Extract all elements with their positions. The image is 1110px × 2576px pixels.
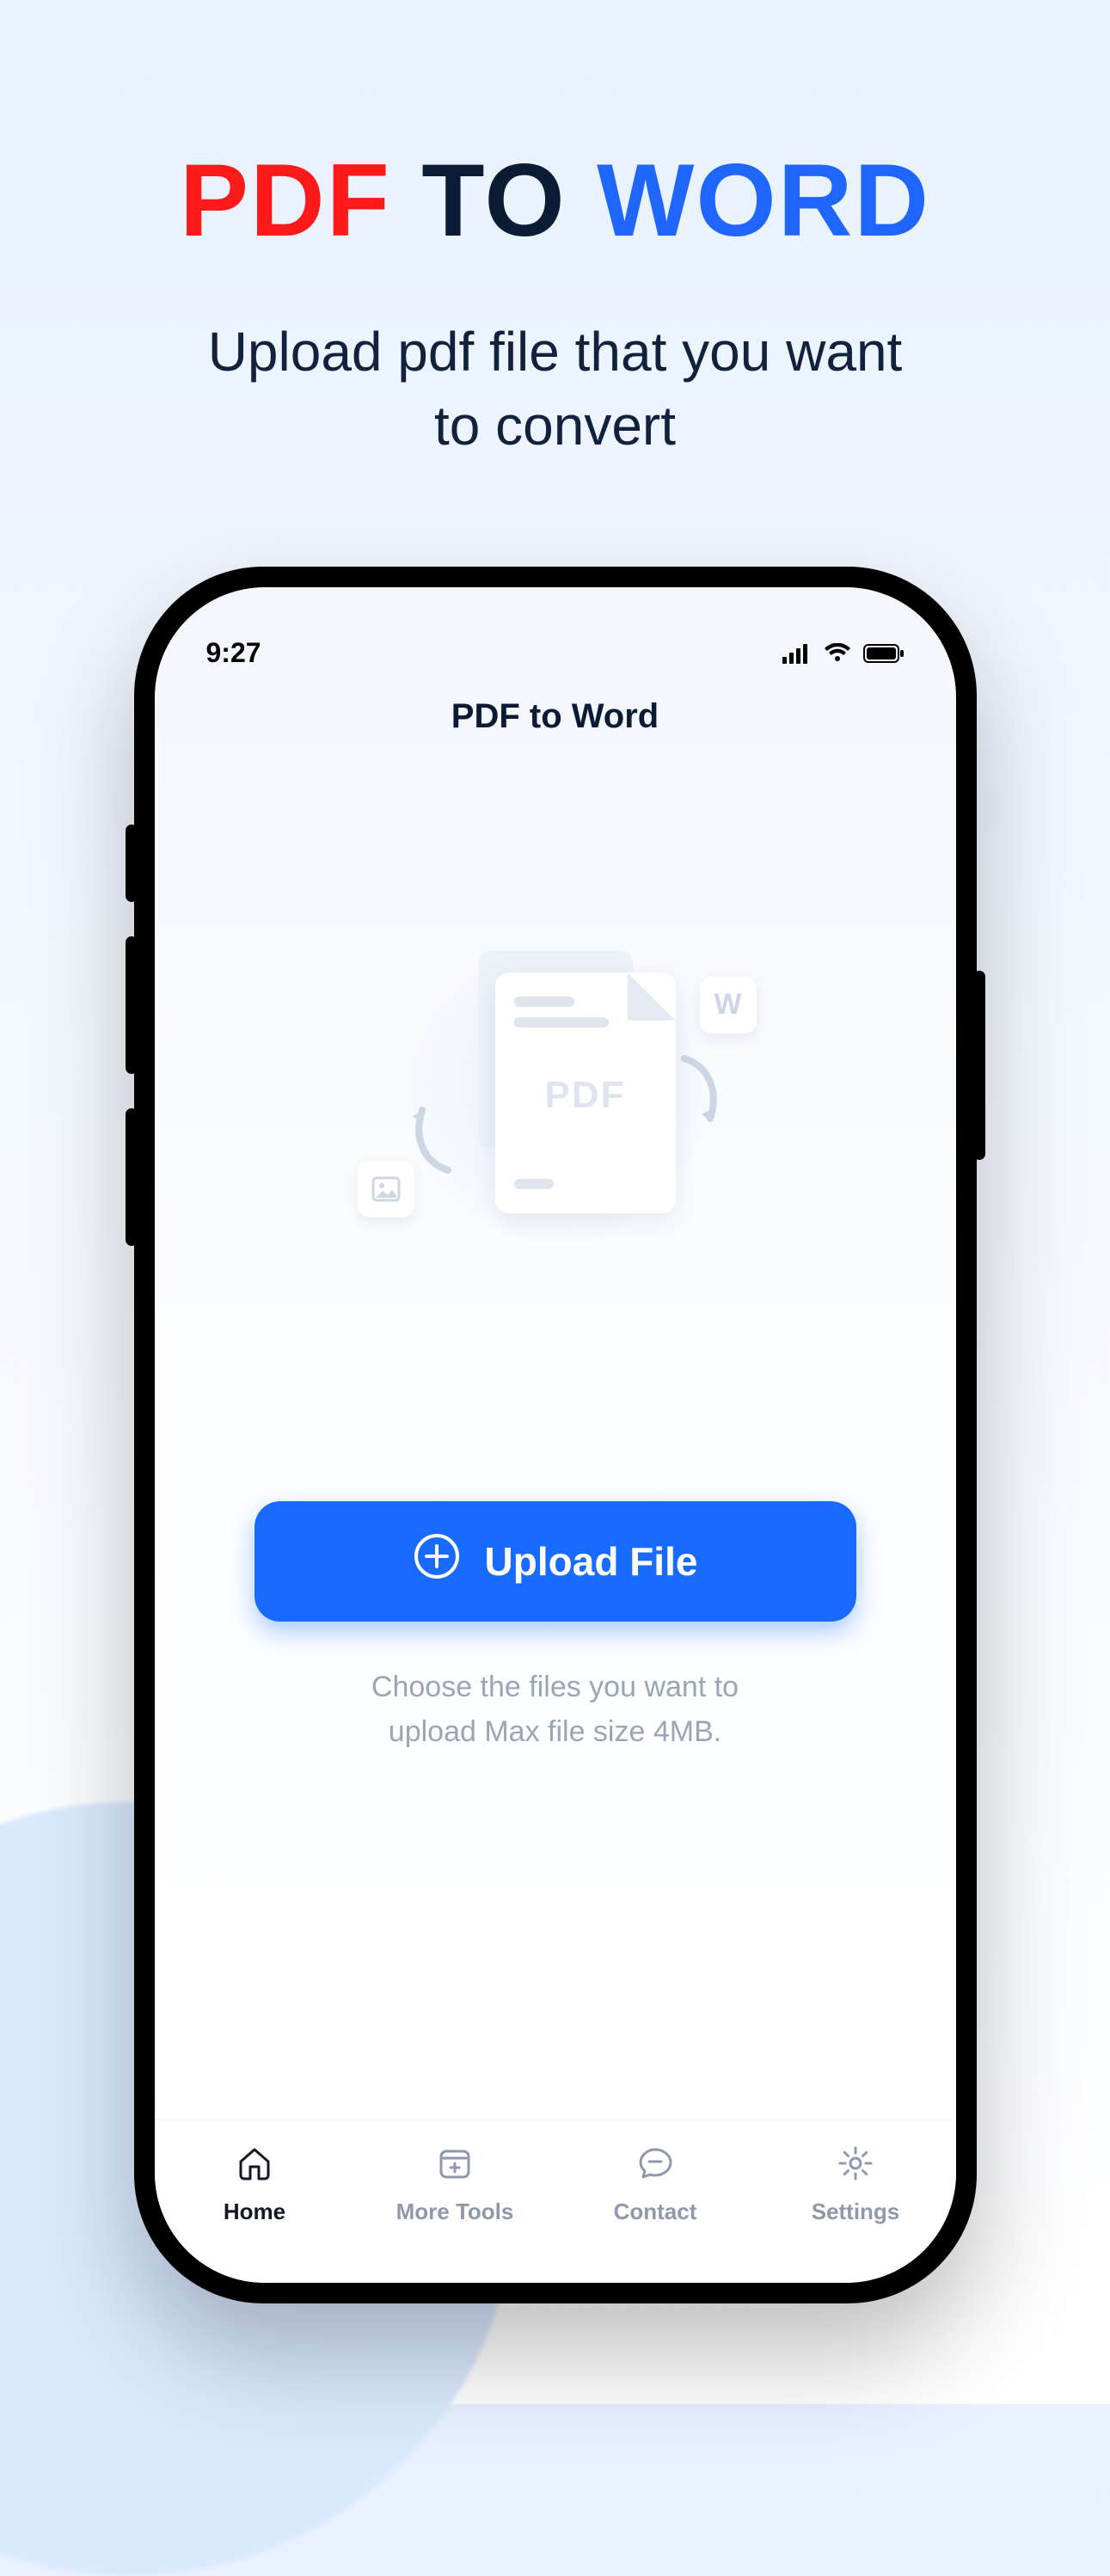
marketing-title: PDF TO WORD bbox=[0, 146, 1110, 255]
upload-file-button[interactable]: Upload File bbox=[255, 1501, 856, 1622]
gear-icon bbox=[835, 2143, 876, 2190]
status-bar: 9:27 bbox=[155, 587, 956, 682]
arrow-icon bbox=[676, 1054, 727, 1123]
hint-line-1: Choose the files you want to bbox=[371, 1671, 739, 1703]
tab-label: More Tools bbox=[396, 2199, 514, 2225]
pdf-label: PDF bbox=[495, 1074, 676, 1117]
wifi-icon bbox=[824, 643, 851, 664]
battery-icon bbox=[863, 643, 905, 664]
tab-bar: Home More Tools Contact bbox=[155, 2119, 956, 2283]
title-word-pdf: PDF bbox=[180, 143, 391, 258]
upload-illustration: PDF W bbox=[358, 917, 753, 1278]
tab-label: Contact bbox=[614, 2199, 697, 2225]
screen-title: PDF to Word bbox=[155, 697, 956, 736]
tab-settings[interactable]: Settings bbox=[756, 2120, 956, 2248]
phone-mockup: 9:27 PDF to Word bbox=[134, 567, 977, 2303]
subtitle-line-2: to convert bbox=[434, 395, 676, 457]
marketing-subtitle: Upload pdf file that you want to convert bbox=[0, 315, 1110, 463]
hint-line-2: upload Max file size 4MB. bbox=[389, 1715, 721, 1748]
home-icon bbox=[234, 2143, 275, 2190]
title-word-word: WORD bbox=[597, 143, 930, 258]
chat-icon bbox=[635, 2143, 676, 2190]
signal-icon bbox=[782, 643, 812, 664]
image-tag-icon bbox=[358, 1161, 414, 1217]
word-tag-icon: W bbox=[700, 977, 757, 1033]
tab-label: Home bbox=[224, 2199, 285, 2225]
tab-label: Settings bbox=[812, 2199, 900, 2225]
subtitle-line-1: Upload pdf file that you want bbox=[208, 321, 903, 383]
tab-contact[interactable]: Contact bbox=[555, 2120, 756, 2248]
arrow-icon bbox=[405, 1106, 457, 1175]
upload-hint: Choose the files you want to upload Max … bbox=[371, 1665, 739, 1755]
status-time: 9:27 bbox=[206, 637, 261, 669]
title-word-to: TO bbox=[421, 143, 566, 258]
upload-button-label: Upload File bbox=[485, 1538, 698, 1585]
tab-more-tools[interactable]: More Tools bbox=[355, 2120, 555, 2248]
plus-circle-icon bbox=[413, 1532, 461, 1590]
tools-icon bbox=[434, 2143, 475, 2190]
tab-home[interactable]: Home bbox=[155, 2120, 355, 2248]
